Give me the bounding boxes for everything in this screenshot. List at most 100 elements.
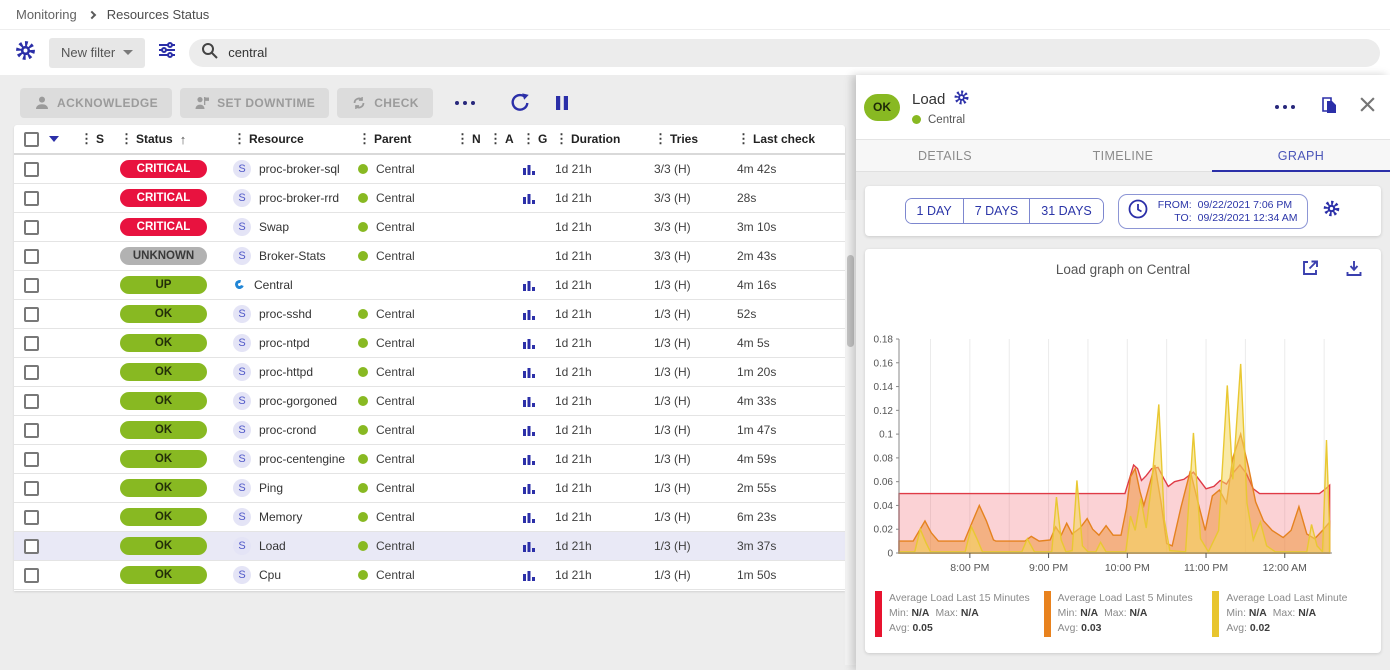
row-checkbox[interactable] <box>24 510 39 525</box>
graph-icon[interactable] <box>522 481 536 495</box>
search-input[interactable] <box>228 45 1368 60</box>
table-row[interactable]: CRITICAL Sproc-broker-sql Central 1d 21h… <box>14 155 845 184</box>
list-scrollbar[interactable] <box>845 200 856 665</box>
graph-icon[interactable] <box>522 539 536 553</box>
load-chart[interactable]: 00.020.040.060.080.10.120.140.160.188:00… <box>869 289 1374 585</box>
range-button-1-day[interactable]: 1 DAY <box>906 199 964 223</box>
resource-name[interactable]: proc-broker-rrd <box>259 191 339 205</box>
search-field[interactable] <box>189 39 1380 67</box>
resource-name[interactable]: Broker-Stats <box>259 249 326 263</box>
breadcrumb-resources-status[interactable]: Resources Status <box>107 7 210 22</box>
parent-name[interactable]: Central <box>376 452 415 466</box>
row-checkbox[interactable] <box>24 539 39 554</box>
panel-subtitle[interactable]: Central <box>928 114 965 126</box>
row-checkbox[interactable] <box>24 568 39 583</box>
graph-icon[interactable] <box>522 307 536 321</box>
table-row[interactable]: OK SMemory Central 1d 21h 1/3 (H) 6m 23s <box>14 503 845 532</box>
new-filter-dropdown[interactable]: New filter <box>49 38 145 68</box>
column-header-parent[interactable]: ⋮Parent <box>358 132 456 146</box>
resource-name[interactable]: Load <box>259 539 286 553</box>
row-checkbox[interactable] <box>24 307 39 322</box>
resource-name[interactable]: Ping <box>259 481 283 495</box>
table-row[interactable]: UNKNOWN SBroker-Stats Central 1d 21h 3/3… <box>14 242 845 271</box>
resource-name[interactable]: Central <box>254 278 293 292</box>
row-checkbox[interactable] <box>24 191 39 206</box>
more-actions-button[interactable] <box>451 97 479 109</box>
table-row[interactable]: CRITICAL SSwap Central 1d 21h 3/3 (H) 3m… <box>14 213 845 242</box>
custom-time-range[interactable]: FROM: 09/22/2021 7:06 PM TO: 09/23/2021 … <box>1118 194 1309 229</box>
graph-icon[interactable] <box>522 452 536 466</box>
tab-graph[interactable]: GRAPH <box>1212 140 1390 171</box>
parent-name[interactable]: Central <box>376 510 415 524</box>
graph-icon[interactable] <box>522 365 536 379</box>
row-checkbox[interactable] <box>24 394 39 409</box>
column-header-n[interactable]: ⋮N <box>456 132 489 146</box>
column-header-status[interactable]: ⋮Status↑ <box>120 132 233 147</box>
table-row[interactable]: OK Sproc-httpd Central 1d 21h 1/3 (H) 1m… <box>14 358 845 387</box>
graph-icon[interactable] <box>522 278 536 292</box>
select-all-checkbox[interactable] <box>24 132 39 147</box>
parent-name[interactable]: Central <box>376 394 415 408</box>
resource-name[interactable]: Swap <box>259 220 289 234</box>
graph-icon[interactable] <box>522 423 536 437</box>
legend-item[interactable]: Average Load Last 15 Minutes Min: N/AMax… <box>875 591 1034 637</box>
resource-name[interactable]: proc-sshd <box>259 307 312 321</box>
tab-details[interactable]: DETAILS <box>856 140 1034 171</box>
table-row[interactable]: OK Sproc-sshd Central 1d 21h 1/3 (H) 52s <box>14 300 845 329</box>
parent-name[interactable]: Central <box>376 568 415 582</box>
row-checkbox[interactable] <box>24 481 39 496</box>
legend-item[interactable]: Average Load Last 5 Minutes Min: N/AMax:… <box>1044 591 1203 637</box>
table-row[interactable]: OK SLoad Central 1d 21h 1/3 (H) 3m 37s <box>14 532 845 561</box>
range-button-31-days[interactable]: 31 DAYS <box>1030 199 1103 223</box>
parent-name[interactable]: Central <box>376 162 415 176</box>
row-checkbox[interactable] <box>24 278 39 293</box>
tab-timeline[interactable]: TIMELINE <box>1034 140 1212 171</box>
table-row[interactable]: OK Sproc-ntpd Central 1d 21h 1/3 (H) 4m … <box>14 329 845 358</box>
parent-name[interactable]: Central <box>376 481 415 495</box>
row-checkbox[interactable] <box>24 336 39 351</box>
parent-name[interactable]: Central <box>376 220 415 234</box>
refresh-button[interactable] <box>509 92 531 114</box>
column-header-resource[interactable]: ⋮Resource <box>233 132 358 146</box>
resource-name[interactable]: proc-httpd <box>259 365 313 379</box>
resource-name[interactable]: proc-ntpd <box>259 336 310 350</box>
table-row[interactable]: OK SCpu Central 1d 21h 1/3 (H) 1m 50s <box>14 561 845 590</box>
column-header-duration[interactable]: ⋮Duration <box>555 132 654 146</box>
resource-name[interactable]: proc-crond <box>259 423 316 437</box>
select-menu-caret-icon[interactable] <box>49 136 59 142</box>
legend-item[interactable]: Average Load Last Minute Min: N/AMax: N/… <box>1212 591 1371 637</box>
column-header-g[interactable]: ⋮G <box>522 132 555 146</box>
column-header-a[interactable]: ⋮A <box>489 132 522 146</box>
graph-icon[interactable] <box>522 568 536 582</box>
copy-link-icon[interactable] <box>1319 95 1339 120</box>
graph-icon[interactable] <box>522 336 536 350</box>
graph-icon[interactable] <box>522 162 536 176</box>
close-icon[interactable] <box>1359 96 1376 118</box>
range-button-7-days[interactable]: 7 DAYS <box>964 199 1031 223</box>
parent-name[interactable]: Central <box>376 249 415 263</box>
row-checkbox[interactable] <box>24 423 39 438</box>
parent-name[interactable]: Central <box>376 423 415 437</box>
table-row[interactable]: CRITICAL Sproc-broker-rrd Central 1d 21h… <box>14 184 845 213</box>
graph-icon[interactable] <box>522 191 536 205</box>
row-checkbox[interactable] <box>24 249 39 264</box>
row-checkbox[interactable] <box>24 220 39 235</box>
column-header-last-check[interactable]: ⋮Last check <box>737 132 845 146</box>
resource-name[interactable]: proc-broker-sql <box>259 162 340 176</box>
resource-name[interactable]: Memory <box>259 510 302 524</box>
parent-name[interactable]: Central <box>376 307 415 321</box>
open-in-new-icon[interactable] <box>1301 259 1319 280</box>
table-row[interactable]: OK SPing Central 1d 21h 1/3 (H) 2m 55s <box>14 474 845 503</box>
set-downtime-button[interactable]: SET DOWNTIME <box>180 88 329 118</box>
panel-more-button[interactable] <box>1271 101 1299 113</box>
parent-name[interactable]: Central <box>376 191 415 205</box>
graph-icon[interactable] <box>522 510 536 524</box>
parent-name[interactable]: Central <box>376 365 415 379</box>
row-checkbox[interactable] <box>24 452 39 467</box>
check-button[interactable]: CHECK <box>337 88 433 118</box>
filter-tune-icon[interactable] <box>157 40 177 65</box>
filters-gear-icon[interactable] <box>14 39 37 67</box>
resource-name[interactable]: proc-gorgoned <box>259 394 337 408</box>
table-row[interactable]: OK Sproc-centengine Central 1d 21h 1/3 (… <box>14 445 845 474</box>
scrollbar-thumb[interactable] <box>847 255 854 347</box>
